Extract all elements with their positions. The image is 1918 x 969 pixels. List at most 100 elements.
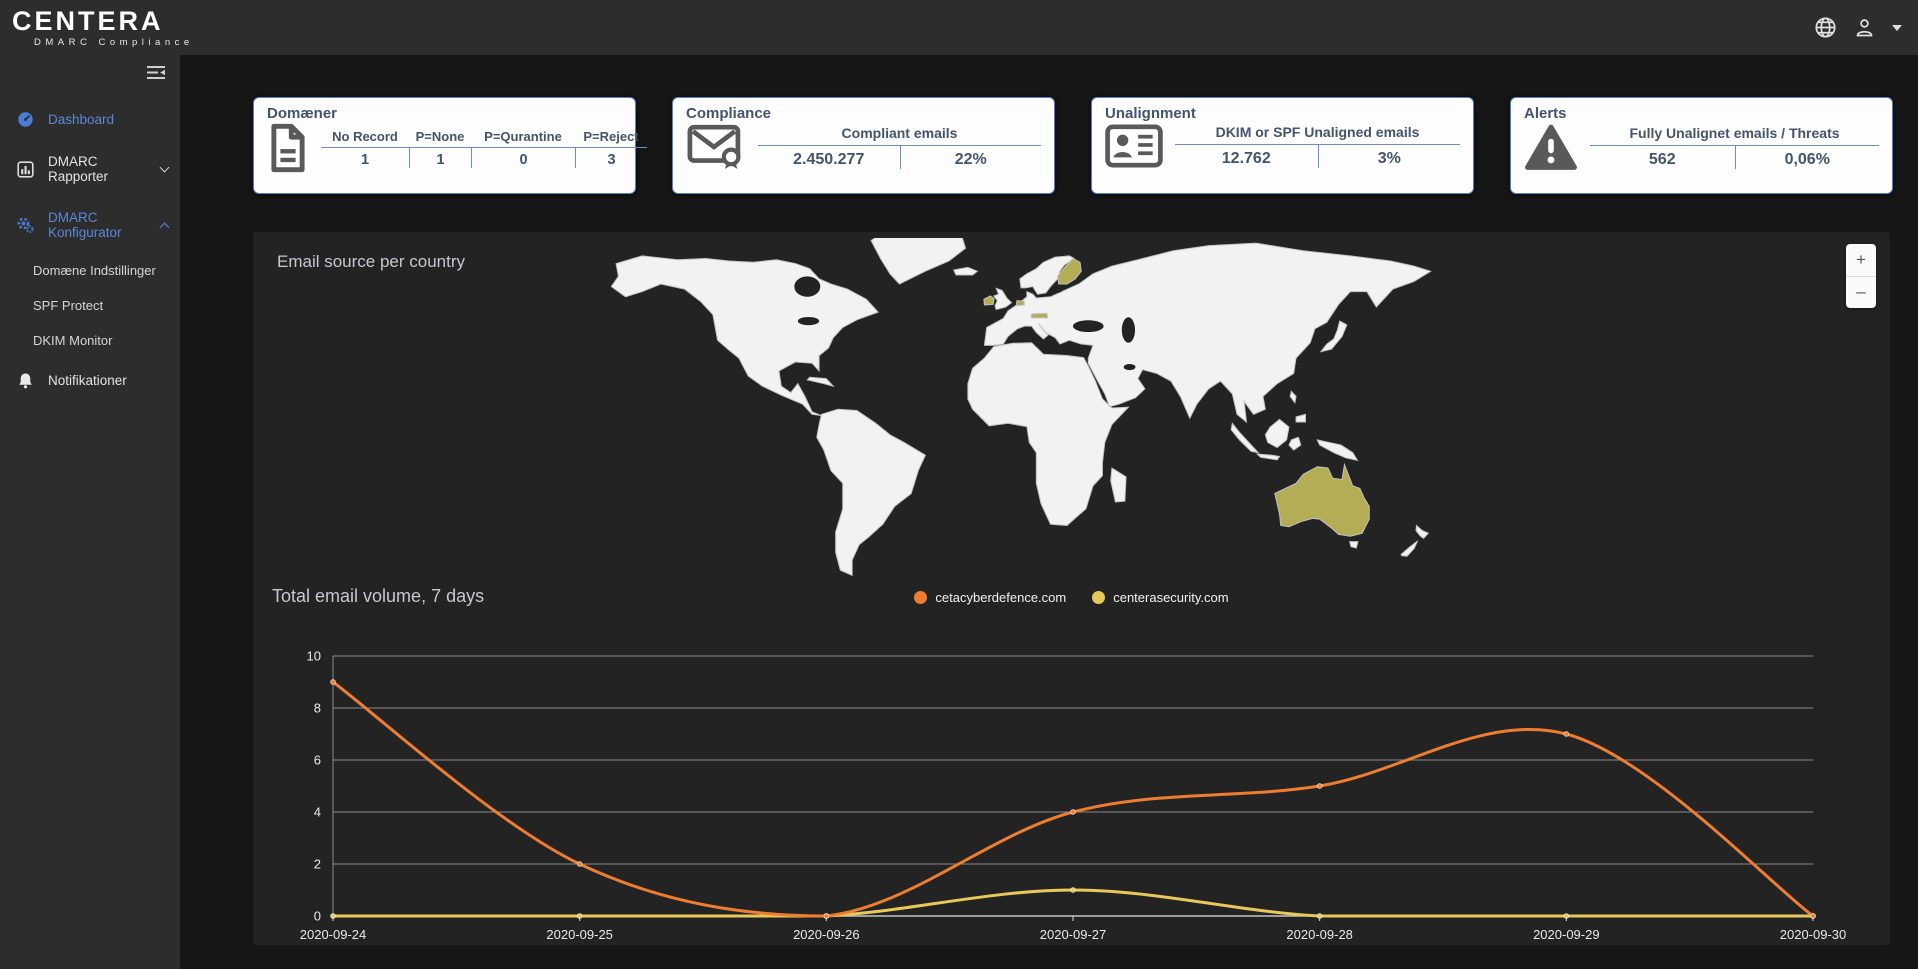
legend-dot-icon [914, 591, 927, 604]
map-country-iceland [954, 267, 978, 275]
card-alerts: Alerts Fully Unalignet emails / Threats … [1510, 97, 1893, 194]
svg-text:2020-09-25: 2020-09-25 [546, 927, 613, 942]
certified-mail-icon [686, 123, 746, 171]
map-country-north-america [611, 256, 878, 416]
map-zoom-control: + – [1846, 244, 1876, 308]
map-country-south-america [817, 409, 926, 575]
top-bar: CENTERA DMARC Compliance [0, 0, 1918, 55]
svg-text:4: 4 [314, 805, 321, 820]
caret-down-icon[interactable] [1892, 25, 1902, 31]
topbar-actions [1814, 16, 1902, 39]
black-sea [1073, 320, 1104, 332]
kpi-value: 0,06% [1735, 146, 1880, 169]
chevron-down-icon [160, 163, 170, 173]
zoom-out-button[interactable]: – [1846, 277, 1876, 309]
sidebar-item-label: DMARC Rapporter [48, 154, 147, 184]
svg-text:2020-09-28: 2020-09-28 [1286, 927, 1353, 942]
logo-subtitle: DMARC Compliance [12, 38, 194, 48]
cell-value: 1 [409, 148, 471, 168]
svg-text:2: 2 [314, 857, 321, 872]
col-header: P=None [409, 129, 471, 148]
map-country-australia[interactable] [1275, 465, 1369, 537]
svg-text:10: 10 [307, 649, 321, 664]
map-island-sulawesi [1289, 437, 1301, 450]
legend-label: centerasecurity.com [1113, 590, 1228, 605]
map-island-mindanao [1296, 414, 1305, 422]
svg-text:6: 6 [314, 753, 321, 768]
kpi-value: 2.450.277 [758, 146, 900, 169]
svg-text:2020-09-30: 2020-09-30 [1780, 927, 1847, 942]
hudson-bay [794, 276, 820, 296]
sidebar-item-domaene-indstillinger[interactable]: Domæne Indstillinger [0, 253, 180, 288]
map-island-sumatra [1231, 423, 1258, 452]
svg-text:2020-09-29: 2020-09-29 [1533, 927, 1600, 942]
map-island-new-guinea [1317, 440, 1357, 460]
logo-title: CENTERA [12, 8, 194, 35]
bell-icon [16, 371, 34, 389]
map-country-ireland[interactable] [984, 296, 994, 305]
kpi-value: 562 [1590, 146, 1735, 169]
sidebar-item-dmarc-rapporter[interactable]: DMARC Rapporter [0, 141, 180, 197]
sidebar-item-dkim-monitor[interactable]: DKIM Monitor [0, 323, 180, 358]
sidebar-collapse-icon[interactable] [146, 65, 166, 85]
domains-table: No Record P=None P=Qurantine P=Reject 1 … [321, 129, 647, 168]
map-island-java [1257, 454, 1279, 460]
col-header: P=Reject [575, 129, 647, 148]
map-country-new-zealand-south [1401, 541, 1418, 556]
card-title: Domæner [267, 105, 622, 122]
contact-card-icon [1105, 123, 1163, 169]
col-header: P=Qurantine [471, 129, 575, 148]
sidebar-item-spf-protect[interactable]: SPF Protect [0, 288, 180, 323]
persian-gulf [1124, 364, 1136, 370]
logo: CENTERA DMARC Compliance [12, 8, 194, 48]
svg-text:2020-09-26: 2020-09-26 [793, 927, 860, 942]
zoom-in-button[interactable]: + [1846, 244, 1876, 277]
legend-item-centerasecurity[interactable]: centerasecurity.com [1092, 590, 1228, 605]
sidebar-item-dashboard[interactable]: Dashboard [0, 97, 180, 141]
map-country-japan [1321, 321, 1347, 352]
great-lakes [798, 317, 819, 325]
user-icon[interactable] [1854, 17, 1875, 38]
svg-text:8: 8 [314, 701, 321, 716]
kpi-header: Fully Unalignet emails / Threats [1590, 125, 1879, 146]
stat-cards-row: Domæner No Record P=None P=Qurantine P=R… [253, 97, 1893, 194]
bar-chart-icon [16, 160, 34, 178]
globe-icon[interactable] [1814, 16, 1837, 39]
map-country-greenland [871, 238, 965, 284]
warning-triangle-icon [1524, 123, 1578, 171]
kpi-value: 3% [1318, 145, 1461, 168]
map-island-luzon [1290, 391, 1296, 403]
sidebar: Dashboard DMARC Rapporter [0, 55, 180, 969]
sidebar-item-dmarc-konfigurator[interactable]: DMARC Konfigurator [0, 197, 180, 253]
gears-icon [16, 216, 34, 234]
svg-text:2020-09-24: 2020-09-24 [300, 927, 367, 942]
map-title: Email source per country [277, 252, 465, 272]
kpi-header: DKIM or SPF Unaligned emails [1175, 124, 1460, 145]
map-country-madagascar [1111, 468, 1126, 502]
card-title: Compliance [686, 105, 1041, 122]
cell-value: 3 [575, 148, 647, 168]
caspian-sea [1122, 317, 1135, 343]
card-compliance: Compliance Compliant emails 2.450.277 [672, 97, 1055, 194]
map-country-austria[interactable] [1031, 313, 1048, 318]
kpi-value: 22% [900, 146, 1042, 169]
map-country-uk [994, 288, 1012, 309]
cell-value: 0 [471, 148, 575, 168]
sidebar-item-notifikationer[interactable]: Notifikationer [0, 358, 180, 402]
card-unalignment: Unalignment DKIM or SPF Unaligned emails [1091, 97, 1474, 194]
sidebar-menu: Dashboard DMARC Rapporter [0, 97, 180, 402]
world-map[interactable] [583, 238, 1433, 583]
kpi-value: 12.762 [1175, 145, 1318, 168]
cell-value: 1 [321, 148, 409, 168]
legend-label: cetacyberdefence.com [935, 590, 1066, 605]
map-island-tasmania [1350, 542, 1358, 548]
card-title: Alerts [1524, 105, 1879, 122]
sidebar-item-label: DMARC Konfigurator [48, 210, 147, 240]
main-content: Domæner No Record P=None P=Qurantine P=R… [180, 55, 1918, 969]
unalignment-kpi: DKIM or SPF Unaligned emails 12.762 3% [1175, 124, 1460, 168]
sidebar-item-label: Dashboard [48, 112, 114, 127]
dmarc-dashboard: CENTERA DMARC Compliance [0, 0, 1918, 969]
legend-item-cetacyberdefence[interactable]: cetacyberdefence.com [914, 590, 1066, 605]
svg-text:2020-09-27: 2020-09-27 [1040, 927, 1107, 942]
map-country-netherlands[interactable] [1016, 301, 1024, 306]
